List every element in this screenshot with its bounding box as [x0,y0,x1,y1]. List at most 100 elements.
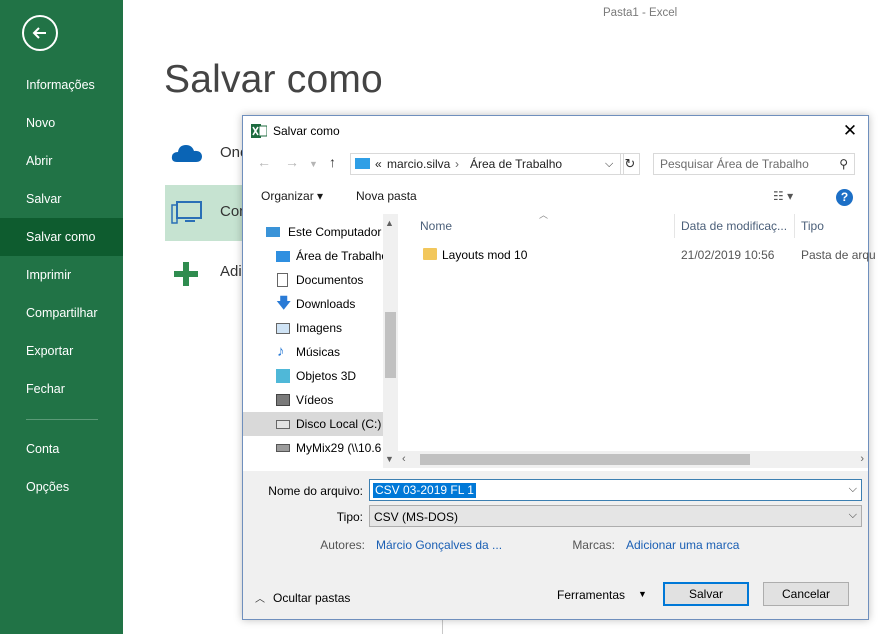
column-header-type[interactable]: Tipo [801,219,824,233]
tree-item-pictures[interactable]: Imagens [243,316,383,340]
refresh-button[interactable]: ↻ [620,153,640,175]
tree-scroll-thumb[interactable] [385,312,396,378]
location-this-pc[interactable]: Con [165,185,248,241]
nav-abrir[interactable]: Abrir [0,142,123,180]
refresh-icon: ↻ [624,156,636,171]
cancel-button[interactable]: Cancelar [763,582,849,606]
dialog-title: Salvar como [273,124,340,138]
scroll-right-icon[interactable]: › [860,453,864,465]
back-nav-icon[interactable]: ← [257,154,271,176]
hscroll-thumb[interactable] [420,454,750,465]
table-row[interactable]: Layouts mod 10 21/02/2019 10:56 Pasta de… [408,244,876,266]
address-bar[interactable]: « marcio.silva › Área de Trabalho ⌵ [350,153,624,175]
tree-item-3d-objects[interactable]: Objetos 3D [243,364,383,388]
breadcrumb-desktop[interactable]: Área de Trabalho [470,157,562,171]
tree-item-desktop[interactable]: Área de Trabalho [243,244,383,268]
computer-icon [266,227,280,237]
tree-item-this-pc[interactable]: Este Computador [243,220,383,244]
up-folder-icon[interactable]: ↑ [329,154,336,176]
breadcrumb-user[interactable]: marcio.silva [387,157,450,171]
address-dropdown-icon[interactable]: ⌵ [605,158,613,171]
tags-field[interactable]: Adicionar uma marca [626,538,739,552]
scroll-down-icon[interactable]: ▼ [385,454,394,464]
column-separator[interactable] [794,214,795,238]
scroll-up-icon[interactable]: ▲ [385,218,394,228]
nav-imprimir[interactable]: Imprimir [0,256,123,294]
search-icon: ⚲ [839,157,848,171]
command-bar: Organizar ▾ Nova pasta ☷ ▾ [243,184,868,210]
forward-nav-icon[interactable]: → [285,154,299,176]
tree-label: Documentos [296,273,364,287]
local-disk-icon [276,420,290,429]
column-header-name[interactable]: Nome [420,219,452,233]
authors-field[interactable]: Márcio Gonçalves da ... [376,538,502,552]
nav-salvar[interactable]: Salvar [0,180,123,218]
network-drive-icon [276,444,290,452]
search-box[interactable]: ⚲ [653,153,855,175]
address-prefix[interactable]: « [375,157,382,171]
tags-label: Marcas: [572,538,615,552]
tree-item-videos[interactable]: Vídeos [243,388,383,412]
file-name-value[interactable]: CSV 03-2019 FL 1 [373,483,476,498]
save-button[interactable]: Salvar [663,582,749,606]
location-onedrive[interactable]: One [165,126,248,182]
back-button[interactable] [22,15,58,51]
tree-label: Objetos 3D [296,369,357,383]
location-label: Adi [220,263,242,280]
nav-fechar[interactable]: Fechar [0,370,123,408]
help-icon[interactable]: ? [836,189,853,206]
file-list-hscrollbar[interactable]: ‹ › [398,451,868,468]
breadcrumb-sep-icon: › [455,157,459,171]
folder-icon [423,248,437,260]
tree-item-local-disk[interactable]: Disco Local (C:) [243,412,383,436]
close-button[interactable]: ✕ [840,121,860,141]
tree-item-documents[interactable]: Documentos [243,268,383,292]
nav-exportar[interactable]: Exportar [0,332,123,370]
search-input[interactable] [660,156,830,172]
view-options-icon[interactable]: ☷ ▾ [773,189,793,203]
this-pc-icon [171,201,202,224]
window-title: Pasta1 - Excel [603,7,678,19]
nav-salvar-como[interactable]: Salvar como [0,218,123,256]
recent-dropdown-icon[interactable]: ▼ [309,159,318,181]
hide-folders-button[interactable]: ︿ Ocultar pastas [255,589,365,607]
tree-item-music[interactable]: ♪ Músicas [243,340,383,364]
chevron-down-icon[interactable]: ⌵ [849,509,857,522]
tree-item-network-drive[interactable]: MyMix29 (\\10.6 [243,436,383,460]
tools-dropdown-icon: ▼ [638,589,647,599]
new-folder-button[interactable]: Nova pasta [356,189,417,203]
file-type-select[interactable]: CSV (MS-DOS) ⌵ [369,505,862,527]
file-name-field[interactable]: CSV 03-2019 FL 1 ⌵ [369,479,862,501]
nav-divider [26,419,98,420]
column-separator[interactable] [674,214,675,238]
location-add-place[interactable]: Adi [165,245,245,301]
nav-informacoes[interactable]: Informações [0,66,123,104]
desktop-icon [276,251,290,262]
tree-label: Vídeos [296,393,334,407]
pictures-icon [276,323,290,334]
tree-label: Este Computador [288,225,382,239]
hide-folders-label: Ocultar pastas [273,591,351,605]
nav-compartilhar[interactable]: Compartilhar [0,294,123,332]
column-header-date[interactable]: Data de modificaç... [681,219,787,233]
nav-opcoes[interactable]: Opções [0,468,123,506]
tools-button[interactable]: Ferramentas ▼ [555,584,650,606]
organize-button[interactable]: Organizar ▾ [261,189,323,203]
save-as-dialog: Salvar como ✕ ← → ▼ ↑ « marcio.silva › Á… [242,115,876,620]
tree-label: Imagens [296,321,343,335]
backstage-nav: Informações Novo Abrir Salvar Salvar com… [0,0,123,634]
downloads-icon: 🡇 [276,295,292,312]
nav-novo[interactable]: Novo [0,104,123,142]
authors-label: Autores: [320,538,365,552]
tree-label: Disco Local (C:) [296,417,382,431]
file-name: Layouts mod 10 [442,248,528,262]
tree-item-downloads[interactable]: 🡇 Downloads [243,292,383,316]
add-place-icon [174,262,198,286]
tree-label: Músicas [296,345,341,359]
tree-label: Área de Trabalho [296,249,383,263]
scroll-left-icon[interactable]: ‹ [402,453,406,465]
chevron-down-icon[interactable]: ⌵ [849,483,857,496]
tree-scrollbar[interactable]: ▲ ▼ [383,214,398,468]
tools-label: Ferramentas [557,588,626,602]
nav-conta[interactable]: Conta [0,430,123,468]
